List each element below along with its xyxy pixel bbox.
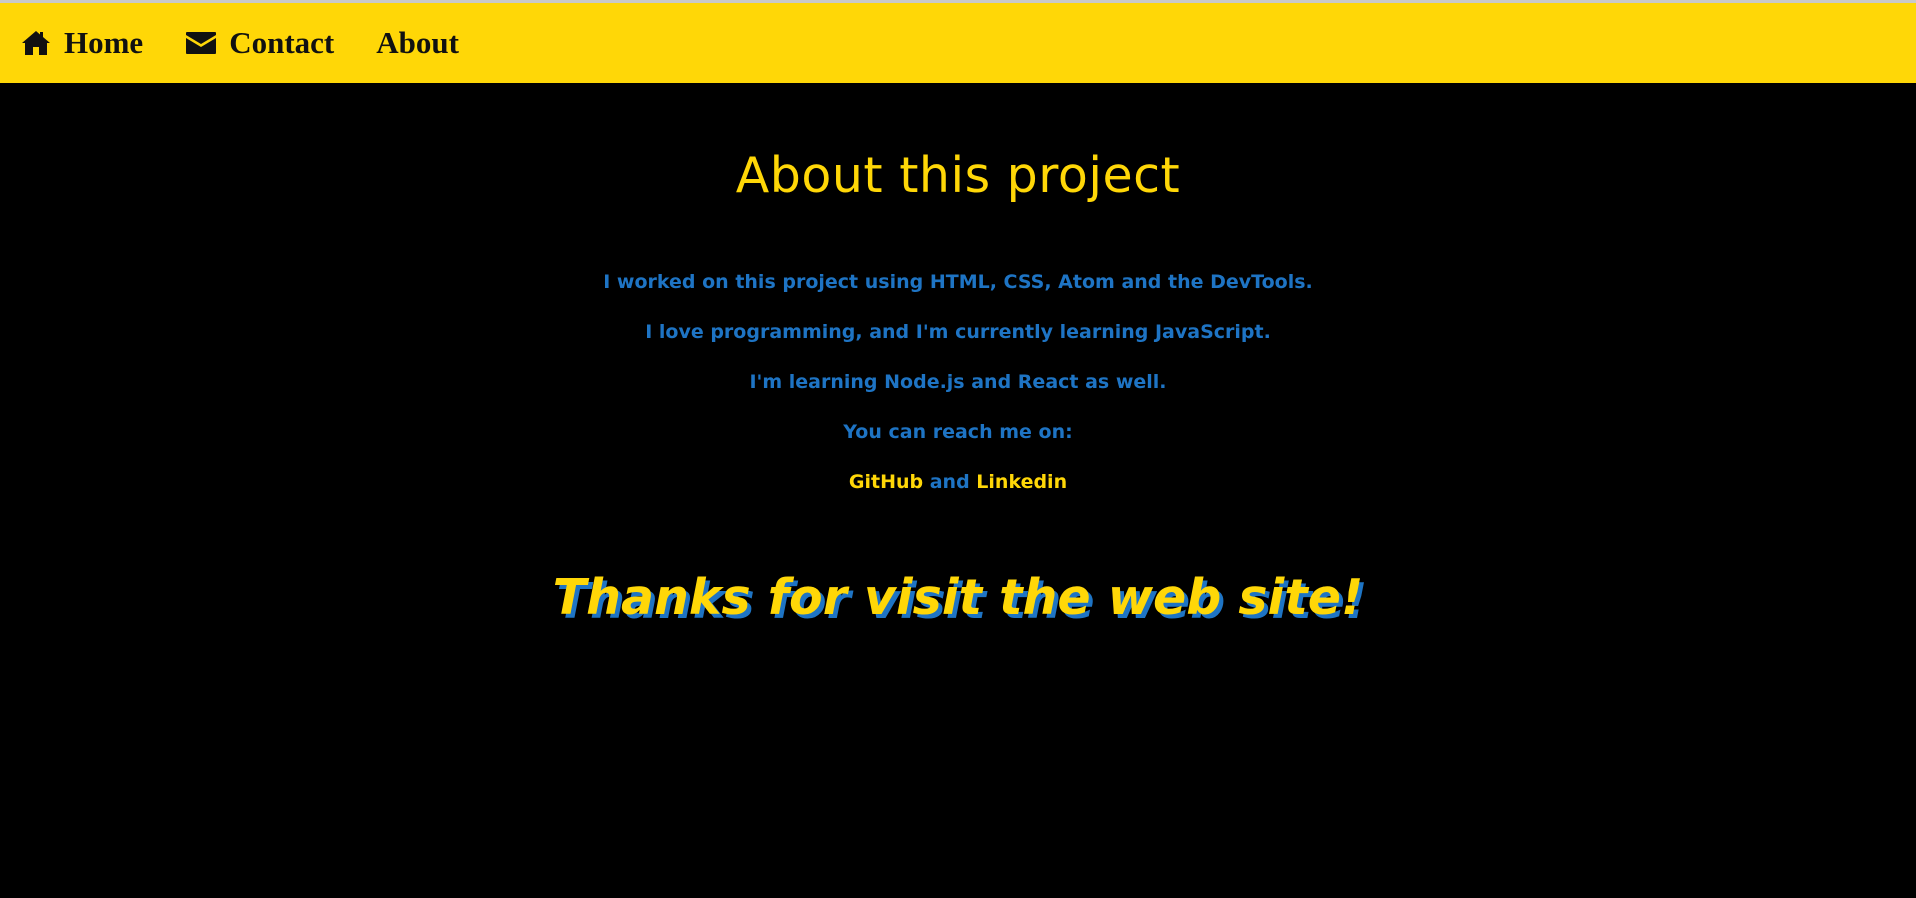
social-links: GitHub and Linkedin	[0, 471, 1916, 493]
nav-contact-link[interactable]: Contact	[185, 25, 334, 61]
nav-home-label: Home	[64, 25, 144, 60]
thanks-heading: Thanks for visit the web site!	[552, 569, 1364, 626]
top-navbar: Home Contact About	[0, 0, 1916, 83]
reach-me-text: You can reach me on:	[843, 421, 1073, 443]
about-content: About this project I worked on this proj…	[0, 83, 1916, 898]
linkedin-link[interactable]: Linkedin	[976, 471, 1067, 493]
nav-home-link[interactable]: Home	[20, 25, 143, 61]
intro-paragraph-2: I love programming, and I'm currently le…	[645, 321, 1271, 343]
page-title: About this project	[735, 147, 1181, 204]
github-link[interactable]: GitHub	[849, 471, 923, 493]
home-icon	[20, 29, 52, 57]
intro-paragraph-3: I'm learning Node.js and React as well.	[749, 371, 1167, 393]
nav-about-link[interactable]: About	[376, 25, 459, 61]
links-connector: and	[929, 471, 970, 493]
nav-contact-label: Contact	[229, 25, 335, 60]
envelope-icon	[185, 29, 217, 57]
nav-about-label: About	[376, 25, 459, 60]
intro-paragraph-1: I worked on this project using HTML, CSS…	[603, 271, 1313, 293]
